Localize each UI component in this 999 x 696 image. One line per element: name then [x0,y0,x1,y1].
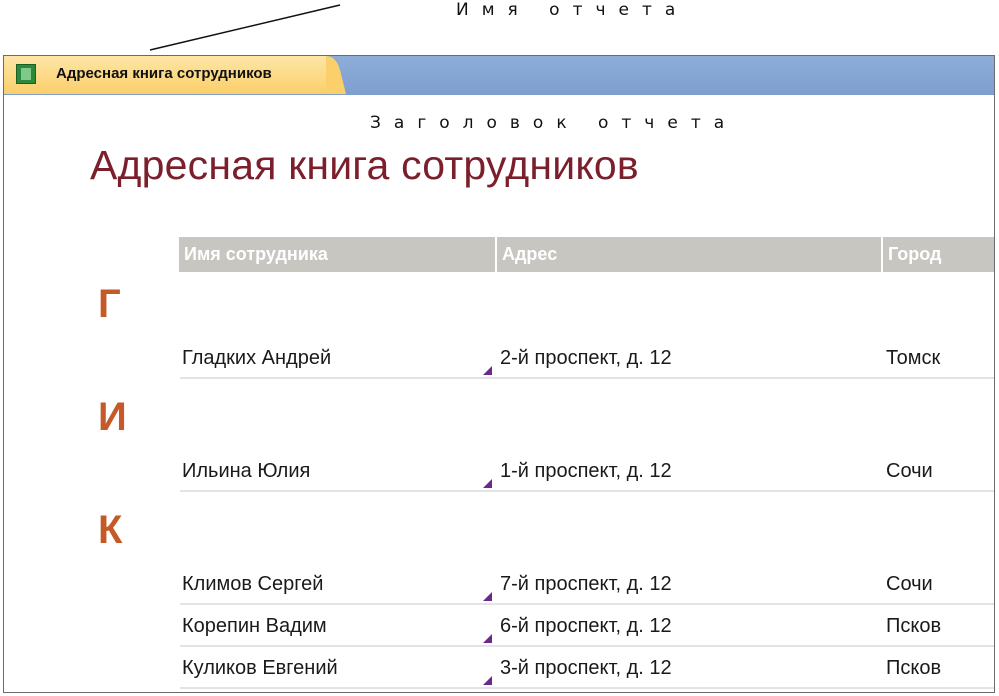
cell-city: Сочи [886,460,933,482]
cell-address: 6-й проспект, д. 12 [500,615,672,637]
report-window: Адресная книга сотрудников Адресная книг… [3,55,995,693]
report-row: Климов Сергей 7-й проспект, д. 12 Сочи [180,565,994,605]
report-row: Ильина Юлия 1-й проспект, д. 12 Сочи [180,452,994,492]
cell-city: Томск [886,347,941,369]
cell-address: 7-й проспект, д. 12 [500,573,672,595]
row-divider [180,377,994,379]
field-error-indicator [483,634,492,643]
row-divider [180,603,994,605]
report-row: Гладких Андрей 2-й проспект, д. 12 Томск [180,339,994,379]
row-divider [180,645,994,647]
row-divider [180,687,994,689]
report-icon [16,64,36,84]
group-header-letter: И [98,395,127,439]
tab-address-book-report[interactable]: Адресная книга сотрудников [4,56,332,94]
cell-employee-name: Ильина Юлия [182,460,311,482]
cell-city: Псков [886,615,942,637]
cell-employee-name: Куликов Евгений [182,657,338,679]
column-header-city: Город [888,244,942,264]
column-header-name: Имя сотрудника [184,244,328,264]
cell-city: Псков [886,657,942,679]
tab-edge [326,56,346,94]
column-header-address: Адрес [502,244,558,264]
field-error-indicator [483,479,492,488]
field-error-indicator [483,676,492,685]
cell-employee-name: Корепин Вадим [182,615,327,637]
document-tabstrip: Адресная книга сотрудников [4,56,994,95]
leader-line-report-name [149,4,341,51]
cell-address: 3-й проспект, д. 12 [500,657,672,679]
column-header-bar: Имя сотрудника Адрес Город [179,237,994,272]
cell-employee-name: Гладких Андрей [182,347,332,369]
cell-employee-name: Климов Сергей [182,573,324,595]
report-row: Куликов Евгений 3-й проспект, д. 12 Псков [180,649,994,689]
tab-label: Адресная книга сотрудников [56,65,272,82]
field-error-indicator [483,366,492,375]
report-title: Адресная книга сотрудников [90,142,639,188]
annotation-report-header: Заголовок отчета [370,113,738,133]
report-row: Корепин Вадим 6-й проспект, д. 12 Псков [180,607,994,647]
group-header-letter: Г [98,282,121,326]
cell-address: 2-й проспект, д. 12 [500,347,672,369]
field-error-indicator [483,592,492,601]
cell-city: Сочи [886,573,933,595]
row-divider [180,490,994,492]
group-header-letter: К [98,508,123,552]
cell-address: 1-й проспект, д. 12 [500,460,672,482]
